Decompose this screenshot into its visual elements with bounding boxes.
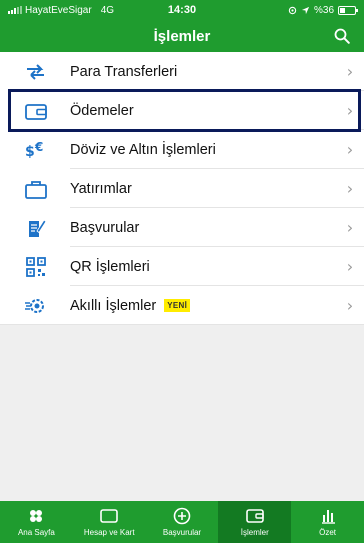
menu-item-label: Yatırımlar (70, 180, 132, 197)
menu-item-doviz-altin[interactable]: $ € Döviz ve Altın İşlemleri › (0, 130, 364, 169)
chevron-right-icon: › (346, 62, 354, 81)
tab-label: Hesap ve Kart (83, 528, 135, 537)
network-type: 4G (100, 4, 115, 16)
empty-background (0, 325, 364, 501)
bottom-tab-bar: Ana Sayfa Hesap ve Kart Başvurular İşlem… (0, 501, 364, 543)
operations-menu: Para Transferleri › Ödemeler › $ € Döviz… (0, 52, 364, 325)
menu-item-label: Başvurular (70, 219, 140, 236)
tab-basvurular[interactable]: Başvurular (146, 501, 219, 543)
chevron-right-icon: › (346, 140, 354, 159)
chevron-right-icon: › (346, 179, 354, 198)
wallet-icon (25, 103, 47, 120)
menu-item-yatirimlar[interactable]: Yatırımlar › (0, 169, 364, 208)
bar-chart-icon (321, 510, 335, 524)
plus-circle-icon (173, 507, 191, 525)
carrier-name: HayatEveSigar (25, 4, 92, 16)
menu-item-label: QR İşlemleri (70, 258, 150, 275)
signal-icon (8, 6, 22, 14)
briefcase-icon (25, 180, 47, 199)
tab-label: İşlemler (240, 528, 269, 537)
tab-ozet[interactable]: Özet (291, 501, 364, 543)
chevron-right-icon: › (346, 296, 354, 315)
qr-code-icon (26, 256, 46, 277)
menu-item-akilli-islemler[interactable]: Akıllı İşlemler YENİ › (0, 286, 364, 325)
application-form-icon (29, 218, 47, 237)
svg-text:$: $ (25, 144, 35, 160)
status-left: HayatEveSigar 4G (8, 5, 138, 16)
menu-item-label: Ödemeler (70, 102, 134, 119)
card-icon (100, 509, 118, 523)
tab-hesap-ve-kart[interactable]: Hesap ve Kart (73, 501, 146, 543)
status-bar: HayatEveSigar 4G 14:30 %36 (0, 0, 364, 20)
menu-item-qr-islemleri[interactable]: QR İşlemleri › (0, 247, 364, 286)
chevron-right-icon: › (346, 101, 354, 120)
smart-gear-icon (25, 298, 44, 313)
menu-item-label: Para Transferleri (70, 63, 178, 80)
tab-label: Başvurular (162, 528, 202, 537)
new-badge: YENİ (164, 299, 191, 312)
page-title: İşlemler (153, 27, 211, 45)
battery-icon (338, 5, 358, 15)
tab-islemler[interactable]: İşlemler (218, 501, 292, 543)
search-icon[interactable] (334, 28, 350, 44)
menu-item-odemeler[interactable]: Ödemeler › (0, 91, 364, 130)
chevron-right-icon: › (346, 218, 354, 237)
nav-header: İşlemler (0, 20, 364, 52)
menu-item-label: Akıllı İşlemler (70, 297, 157, 314)
menu-item-basvurular[interactable]: Başvurular › (0, 208, 364, 247)
battery-percent: %36 (313, 4, 334, 16)
currency-icon: $ € (25, 140, 43, 160)
tab-label: Ana Sayfa (17, 528, 55, 537)
chevron-right-icon: › (346, 257, 354, 276)
home-clover-icon (30, 510, 43, 522)
tab-label: Özet (319, 528, 337, 537)
menu-item-label: Döviz ve Altın İşlemleri (70, 141, 216, 158)
svg-text:€: € (34, 140, 43, 154)
menu-item-para-transferleri[interactable]: Para Transferleri › (0, 52, 364, 91)
status-right: %36 (288, 4, 358, 16)
navigation-arrow-icon (301, 6, 310, 14)
tab-ana-sayfa[interactable]: Ana Sayfa (0, 501, 73, 543)
transfer-arrows-icon (27, 63, 44, 80)
wallet-icon (245, 509, 264, 523)
location-icon (288, 6, 297, 14)
